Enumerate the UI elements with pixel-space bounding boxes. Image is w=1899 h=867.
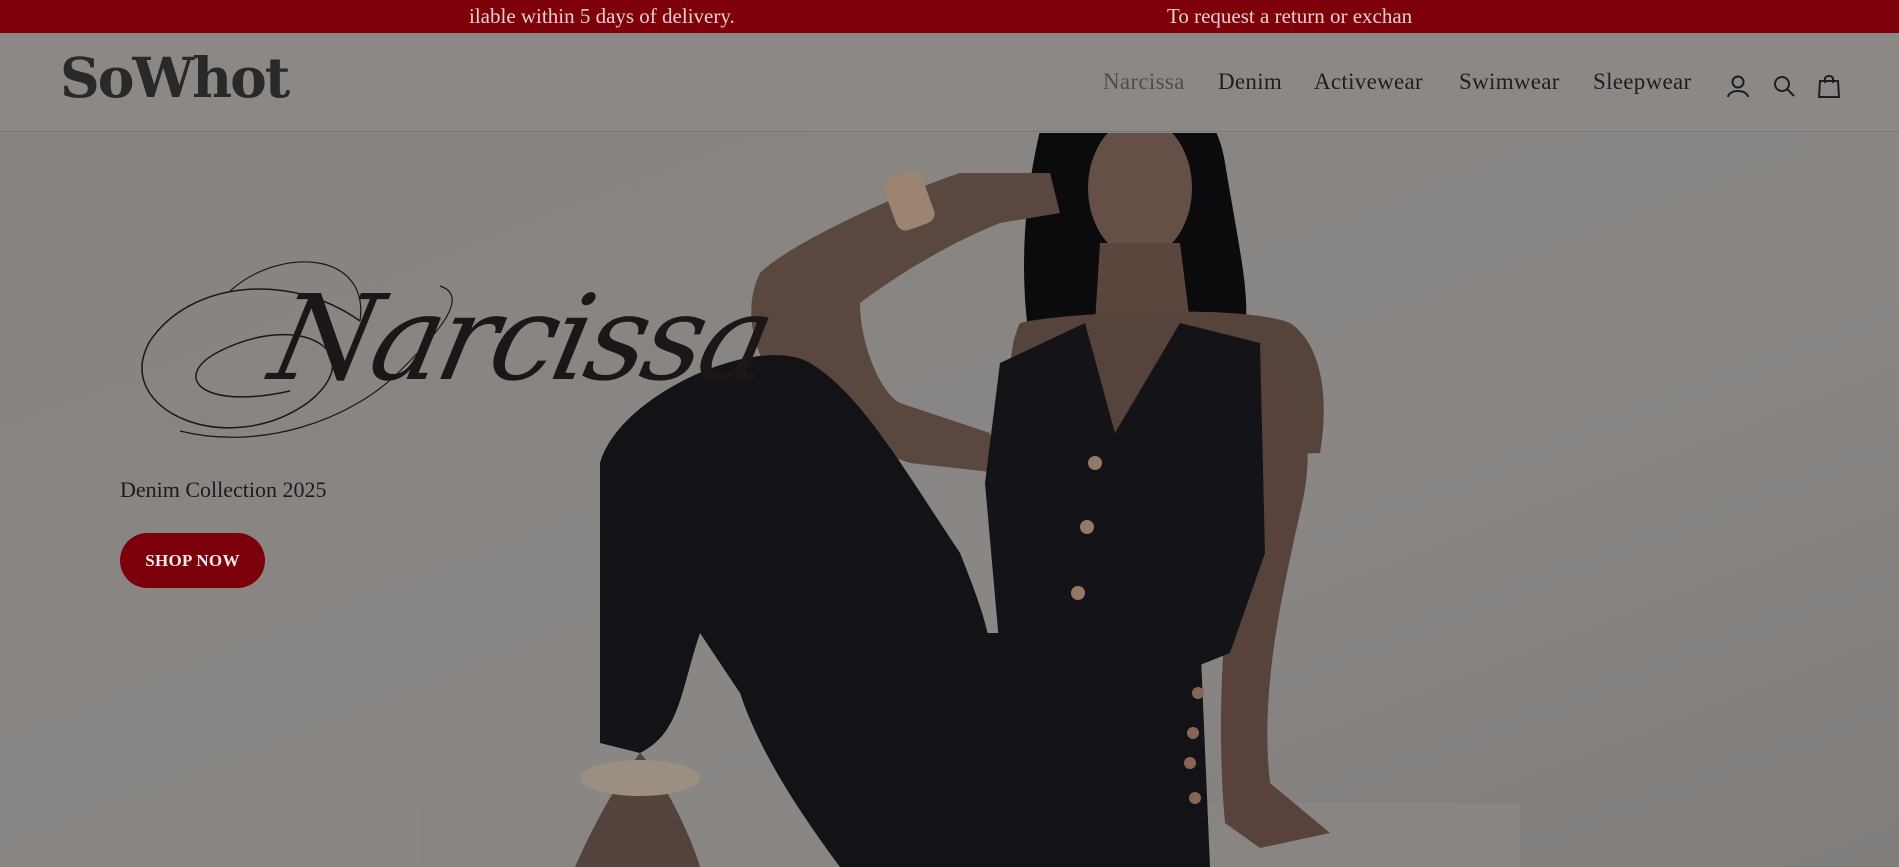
search-icon[interactable] [1771,73,1797,99]
announcement-bar: ilable within 5 days of delivery. To req… [0,0,1899,33]
hero-subtitle: Denim Collection 2025 [120,477,327,502]
nav-item-swimwear[interactable]: Swimwear [1459,69,1560,95]
announcement-message: ilable within 5 days of delivery. [469,4,735,28]
cart-icon[interactable] [1816,73,1842,99]
account-icon[interactable] [1725,73,1751,99]
hero-banner: Narcissa Denim Collection 2025 SHOP NOW [0,133,1899,867]
shop-now-button[interactable]: SHOP NOW [120,533,265,588]
site-header: SoWhot Narcissa Denim Activewear Swimwea… [0,33,1899,132]
nav-item-denim[interactable]: Denim [1218,69,1282,95]
site-logo[interactable]: SoWhot [60,45,290,110]
hero-logo-text: Narcissa [260,269,783,407]
hero-collection-logo: Narcissa [110,251,783,451]
announcement-message: To request a return or exchan [1167,4,1413,28]
nav-item-narcissa[interactable]: Narcissa [1103,69,1189,95]
nav-item-activewear[interactable]: Activewear [1314,69,1423,95]
nav-item-sleepwear[interactable]: Sleepwear [1593,69,1692,95]
